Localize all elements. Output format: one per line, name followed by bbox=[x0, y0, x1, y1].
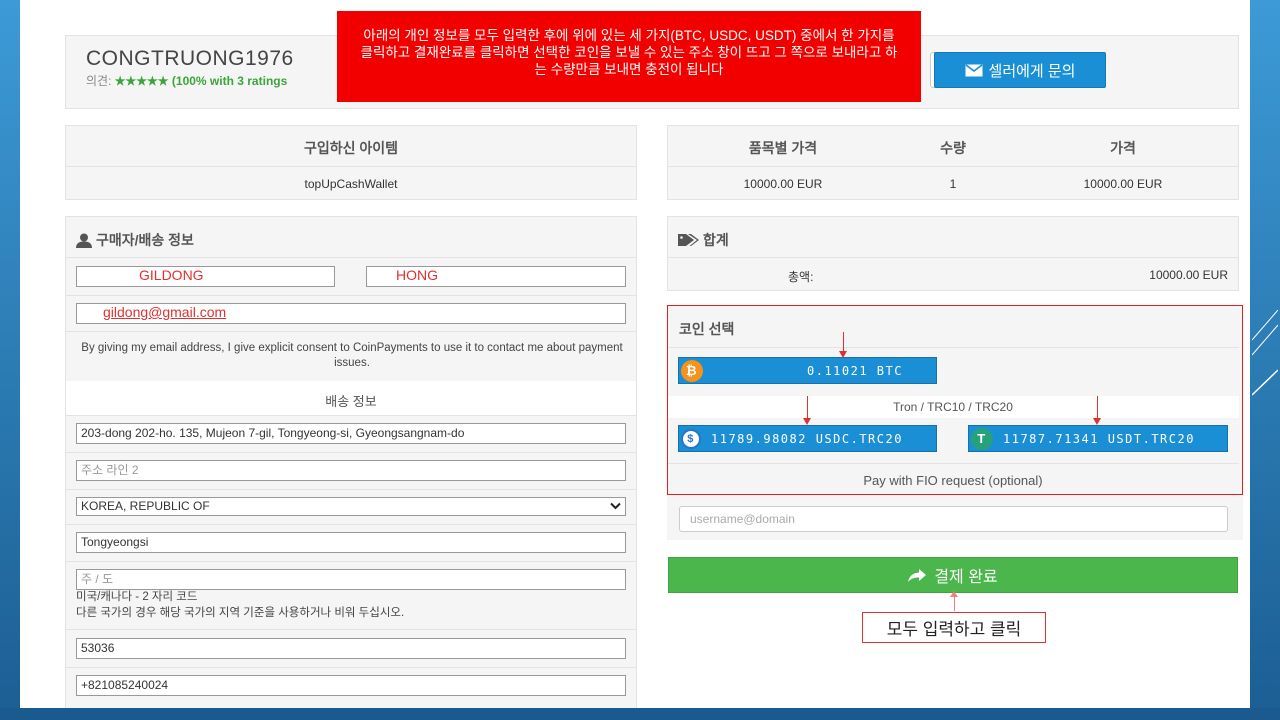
chevron-down-icon bbox=[610, 502, 621, 510]
arrow-down-btc bbox=[839, 332, 847, 358]
bitcoin-icon: ₿ bbox=[681, 359, 703, 382]
buyer-section-title: 구매자/배송 정보 bbox=[76, 230, 194, 250]
country-select[interactable]: KOREA, REPUBLIC OF bbox=[76, 497, 626, 516]
checkout-page: CONGTRUONG1976 의견: ★★★★★ (100% with 3 ra… bbox=[20, 0, 1250, 708]
divider bbox=[66, 629, 636, 630]
divider bbox=[66, 452, 636, 453]
summary-panel: 합계 총액: 10000.00 EUR bbox=[667, 216, 1239, 291]
divider bbox=[66, 561, 636, 562]
rating-stars-icon: ★★★★★ bbox=[114, 74, 169, 88]
phone-input[interactable]: +821085240024 bbox=[76, 675, 626, 696]
unit-price-header: 품목별 가격 bbox=[748, 140, 818, 156]
item-header: 구입하신 아이템 bbox=[303, 140, 399, 156]
coin-highlight-box bbox=[667, 305, 1243, 495]
unit-price: 10000.00 EUR bbox=[743, 177, 823, 191]
fio-username-input[interactable]: username@domain bbox=[679, 506, 1228, 532]
seller-rating: 의견: ★★★★★ (100% with 3 ratings bbox=[86, 72, 287, 89]
divider bbox=[668, 257, 1238, 258]
slide-background-left bbox=[0, 0, 20, 720]
share-arrow-icon bbox=[908, 568, 927, 582]
divider bbox=[66, 257, 636, 258]
usdc-coin-button[interactable]: $ 11789.98082 USDC.TRC20 bbox=[678, 425, 937, 452]
item-name: topUpCashWallet bbox=[304, 177, 398, 191]
divider bbox=[66, 524, 636, 525]
address-line2-input[interactable]: 주소 라인 2 bbox=[76, 460, 626, 481]
total-value: 10000.00 EUR bbox=[1149, 268, 1228, 282]
btc-coin-button[interactable]: ₿ 0.11021 BTC bbox=[678, 357, 937, 384]
complete-payment-label: 결제 완료 bbox=[934, 569, 998, 586]
user-icon bbox=[76, 233, 92, 248]
line-total: 10000.00 EUR bbox=[1083, 177, 1163, 191]
order-item-panel: 구입하신 아이템 topUpCashWallet bbox=[65, 125, 637, 200]
divider bbox=[66, 489, 636, 490]
decorative-lines bbox=[1252, 309, 1278, 396]
divider bbox=[66, 331, 636, 332]
last-name-input[interactable]: HONG bbox=[366, 266, 626, 287]
zip-input[interactable]: 53036 bbox=[76, 638, 626, 659]
summary-title-label: 합계 bbox=[703, 232, 729, 248]
tether-trx-icon: T bbox=[971, 427, 993, 450]
rating-text[interactable]: (100% with 3 ratings bbox=[172, 74, 287, 88]
click-instruction-note: 모두 입력하고 클릭 bbox=[862, 612, 1046, 643]
state-hint-other: 다른 국가의 경우 해당 국가의 지역 기준을 사용하거나 비워 두십시오. bbox=[76, 607, 405, 619]
divider bbox=[668, 166, 1238, 167]
buyer-panel: 구매자/배송 정보 GILDONG HONG gildong@gmail.com… bbox=[65, 216, 637, 708]
total-header: 가격 bbox=[1110, 140, 1136, 156]
divider bbox=[66, 415, 636, 416]
seller-name[interactable]: CONGTRUONG1976 bbox=[86, 47, 294, 71]
complete-payment-button[interactable]: 결제 완료 bbox=[668, 557, 1238, 593]
city-input[interactable]: Tongyeongsi bbox=[76, 532, 626, 553]
divider bbox=[66, 166, 636, 167]
country-value: KOREA, REPUBLIC OF bbox=[81, 499, 210, 513]
quantity: 1 bbox=[949, 177, 957, 191]
summary-title: 합계 bbox=[678, 230, 729, 250]
instruction-note: 아래의 개인 정보를 모두 입력한 후에 위에 있는 세 가지(BTC, USD… bbox=[337, 11, 921, 102]
shipping-section-title: 배송 정보 bbox=[325, 394, 377, 409]
price-panel: 품목별 가격 수량 가격 10000.00 EUR 1 10000.00 EUR bbox=[667, 125, 1239, 200]
email-consent-text: By giving my email address, I give expli… bbox=[81, 342, 623, 369]
tags-icon bbox=[678, 234, 699, 246]
email-value: gildong@gmail.com bbox=[103, 304, 227, 320]
state-hint-us: 미국/캐나다 - 2 자리 코드 bbox=[76, 591, 198, 603]
qty-header: 수량 bbox=[940, 140, 966, 156]
usdt-amount: 11787.71341 USDT.TRC20 bbox=[1003, 431, 1195, 446]
contact-seller-button[interactable]: 셀러에게 문의 bbox=[934, 52, 1106, 88]
usdc-trx-icon: $ bbox=[681, 428, 701, 449]
email-input[interactable]: gildong@gmail.com bbox=[76, 303, 626, 324]
rating-label: 의견: bbox=[86, 74, 112, 88]
first-name-input[interactable]: GILDONG bbox=[76, 266, 335, 287]
shipping-header-band: 배송 정보 bbox=[66, 381, 636, 415]
envelope-icon bbox=[965, 63, 983, 76]
contact-seller-label: 셀러에게 문의 bbox=[988, 62, 1076, 80]
usdt-coin-button[interactable]: T 11787.71341 USDT.TRC20 bbox=[968, 425, 1228, 452]
usdc-amount: 11789.98082 USDC.TRC20 bbox=[711, 431, 903, 446]
arrow-up-pay bbox=[950, 591, 958, 611]
arrow-down-usdc bbox=[803, 396, 811, 425]
divider bbox=[66, 295, 636, 296]
slide-background-bottom bbox=[0, 708, 1280, 720]
arrow-down-usdt bbox=[1093, 396, 1101, 425]
btc-amount: 0.11021 BTC bbox=[807, 363, 903, 378]
divider bbox=[66, 667, 636, 668]
address-line1-input[interactable]: 203-dong 202-ho. 135, Mujeon 7-gil, Tong… bbox=[76, 423, 626, 444]
buyer-title-label: 구매자/배송 정보 bbox=[96, 232, 194, 248]
total-label: 총액: bbox=[788, 270, 814, 284]
state-input[interactable]: 주 / 도 bbox=[76, 569, 626, 590]
